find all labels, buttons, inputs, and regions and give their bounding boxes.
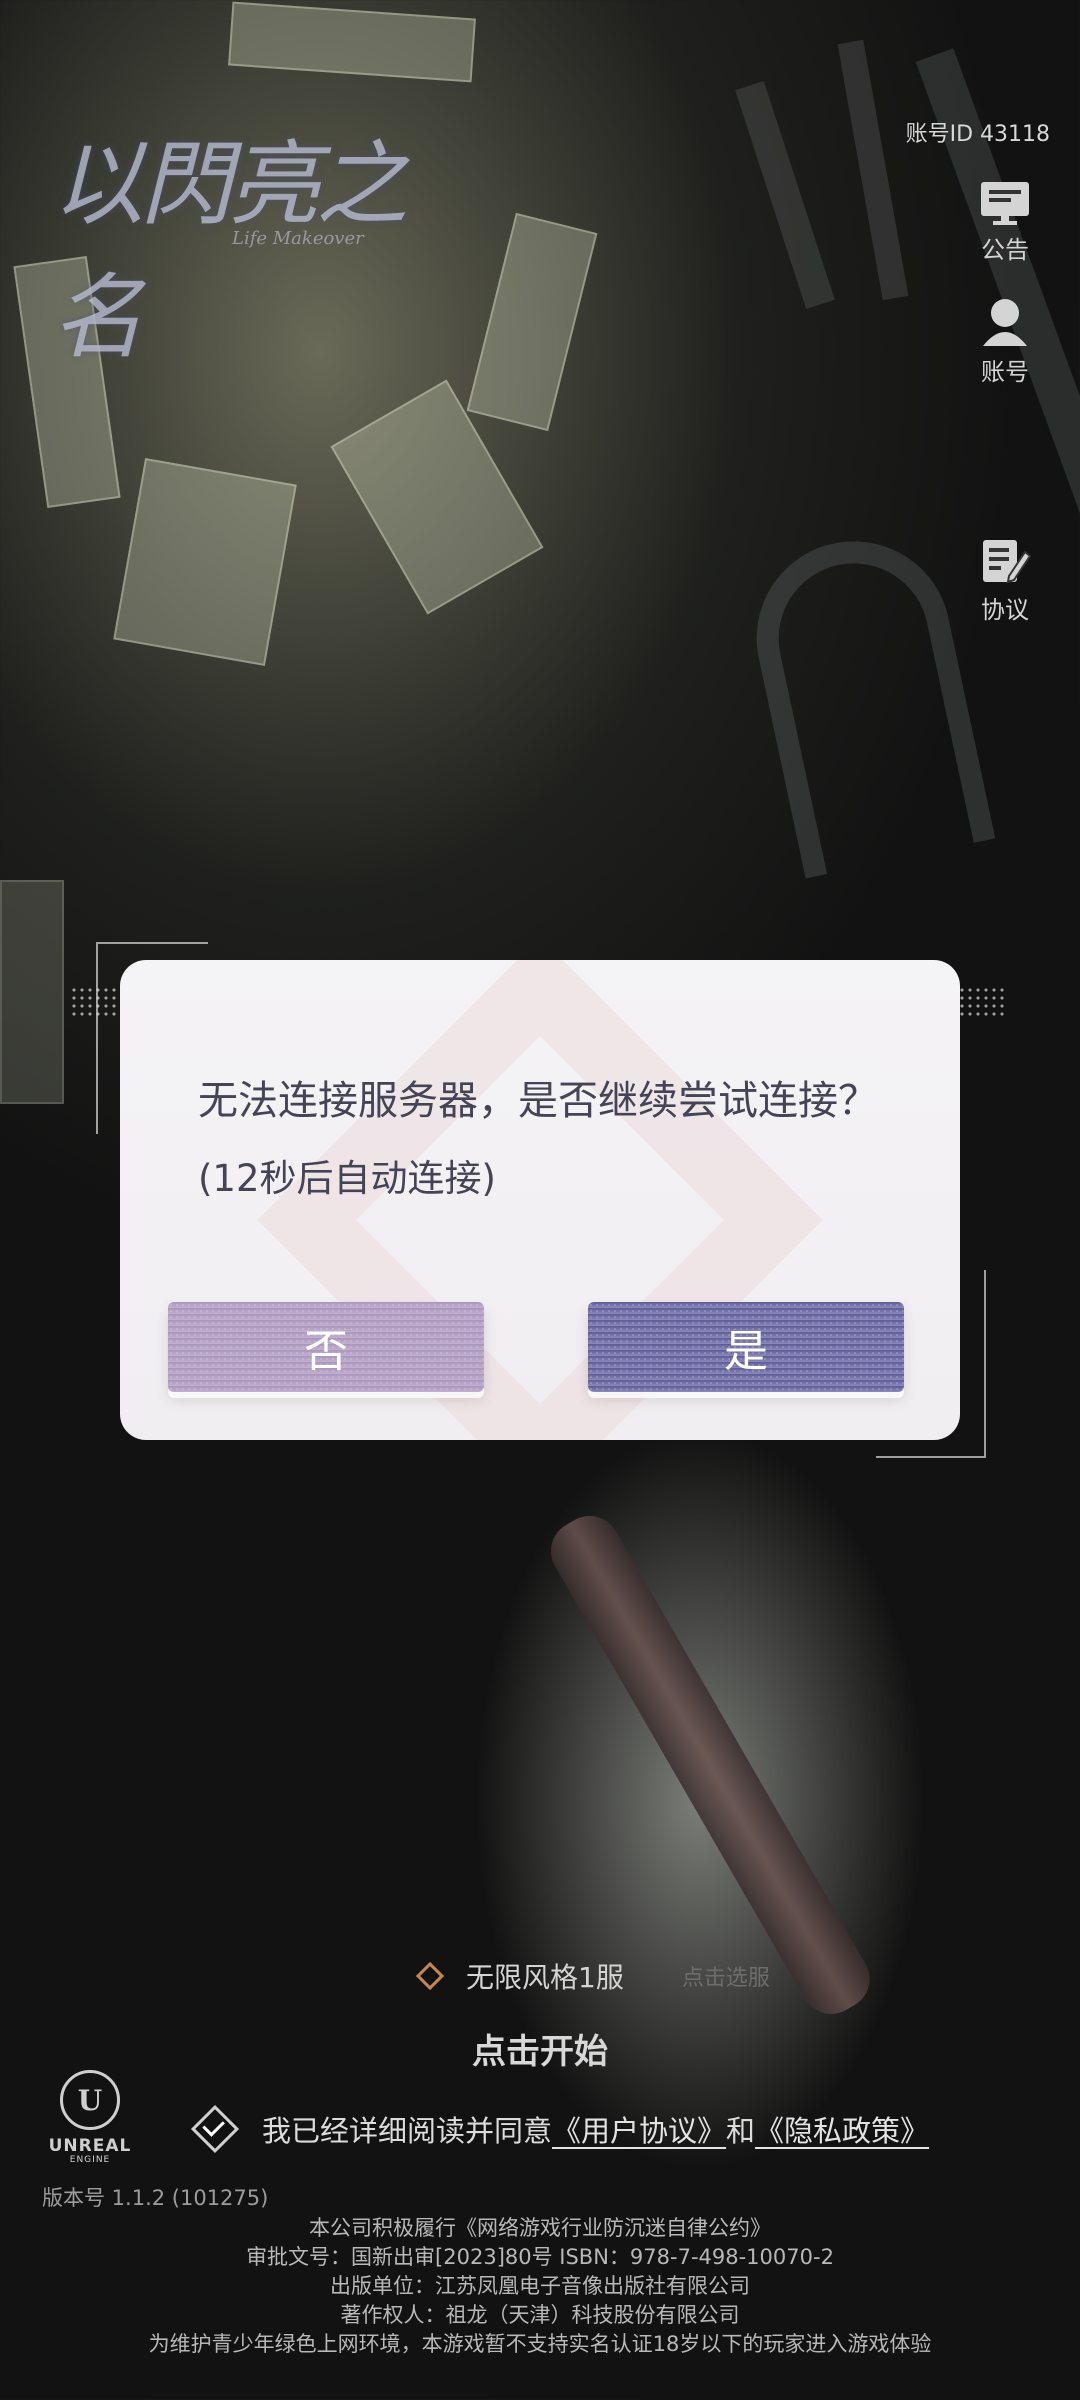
server-name: 无限风格1服 (466, 1961, 624, 1994)
engine-sub: ENGINE (69, 2155, 111, 2165)
no-button[interactable]: 否 (168, 1302, 484, 1392)
account-id-label: 账号ID 43118 (905, 122, 1050, 147)
legal-line: 本公司积极履行《网络游戏行业防沉迷自律公约》 (309, 2216, 771, 2240)
legal-line: 审批文号：国新出审[2023]80号 ISBN：978-7-498-10070-… (246, 2245, 834, 2269)
agreement-button[interactable]: 协议 (970, 536, 1040, 625)
legal-notice: 本公司积极履行《网络游戏行业防沉迷自律公约》 审批文号：国新出审[2023]80… (0, 2214, 1080, 2359)
agreement-label: 协议 (981, 596, 1029, 624)
consent-checkbox[interactable] (190, 2104, 240, 2154)
legal-line: 为维护青少年绿色上网环境，本游戏暂不支持实名认证18岁以下的玩家进入游戏体验 (148, 2332, 932, 2356)
notice-icon (981, 182, 1029, 225)
yes-button[interactable]: 是 (588, 1302, 904, 1392)
account-label: 账号 (981, 358, 1029, 386)
dialog-message: 无法连接服务器，是否继续尝试连接？ (198, 1078, 878, 1124)
notice-button[interactable]: 公告 (970, 180, 1040, 265)
account-button[interactable]: 账号 (970, 296, 1040, 387)
user-icon (983, 299, 1027, 346)
agreement-consent: 我已经详细阅读并同意 《用户协议》 和 《隐私政策》 (190, 2104, 929, 2154)
consent-and: 和 (726, 2114, 756, 2148)
legal-line: 出版单位：江苏凤凰电子音像出版社有限公司 (330, 2274, 750, 2298)
unreal-logo-icon: U (60, 2070, 120, 2130)
notice-label: 公告 (981, 236, 1029, 264)
user-agreement-link[interactable]: 《用户协议》 (552, 2108, 726, 2150)
engine-name: UNREAL (48, 2136, 132, 2156)
dialog-dots-right (958, 986, 1006, 1018)
change-server-link[interactable]: 点击选服 (682, 1960, 770, 1992)
logo-subtitle: Life Makeover (232, 228, 364, 249)
document-edit-icon (983, 540, 1031, 584)
game-logo: 以閃亮之名 Life Makeover (52, 110, 432, 371)
unreal-engine-logo: U UNREAL ENGINE (40, 2070, 140, 2165)
consent-text: 我已经详细阅读并同意 (262, 2114, 553, 2148)
version-label: 版本号 1.1.2 (101275) (42, 2186, 269, 2210)
server-selector[interactable]: 无限风格1服 点击选服 (415, 1956, 770, 1996)
server-diamond-icon (415, 1961, 445, 1991)
dialog-countdown: (12秒后自动连接) (198, 1157, 496, 1200)
dialog-dots-left (70, 986, 118, 1018)
connection-error-dialog: 无法连接服务器，是否继续尝试连接？ (12秒后自动连接) 否 是 (120, 960, 960, 1440)
legal-line: 著作权人：祖龙（天津）科技股份有限公司 (340, 2303, 740, 2327)
tap-to-start-button[interactable]: 点击开始 (0, 2024, 1080, 2073)
privacy-policy-link[interactable]: 《隐私政策》 (755, 2108, 929, 2150)
